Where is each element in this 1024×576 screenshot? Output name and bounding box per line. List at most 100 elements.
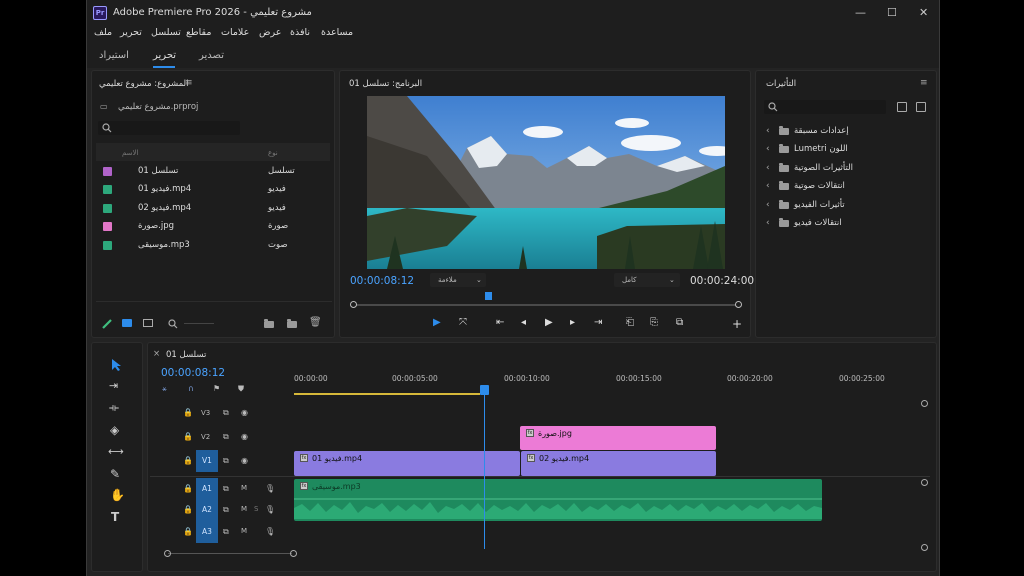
- trash-icon[interactable]: 🗑: [309, 317, 322, 328]
- program-scrub-bar[interactable]: [350, 292, 742, 310]
- step-forward-icon[interactable]: ▸: [570, 317, 575, 328]
- work-area-bar[interactable]: [294, 393, 480, 395]
- minimize-button[interactable]: —: [855, 6, 866, 19]
- zoom-handle-right[interactable]: [290, 550, 297, 557]
- chevron-icon[interactable]: ‹: [766, 126, 770, 136]
- chevron-icon[interactable]: ‹: [766, 144, 770, 154]
- microphone-icon[interactable]: 🎙: [265, 527, 275, 536]
- column-name[interactable]: الاسم: [122, 149, 138, 157]
- time-ruler[interactable]: 00:00:00 00:00:05:00 00:00:10:00 00:00:1…: [294, 371, 918, 395]
- close-icon[interactable]: ×: [153, 349, 160, 359]
- clip-video-2[interactable]: fx فيديو 02.mp4: [521, 451, 716, 476]
- clip-image[interactable]: fx صورة.jpg: [520, 426, 716, 450]
- track-target-a3[interactable]: A3: [196, 521, 218, 543]
- fit-dropdown[interactable]: ملاءمة ⌄: [430, 273, 486, 287]
- track-target-a2[interactable]: A2: [196, 499, 218, 521]
- menu-view[interactable]: عرض: [259, 27, 281, 38]
- zoom-handle-left[interactable]: [164, 550, 171, 557]
- go-to-in-icon[interactable]: ⇤: [496, 317, 504, 328]
- new-bin-icon[interactable]: [264, 319, 274, 328]
- sync-lock-icon[interactable]: ⧉: [223, 527, 229, 537]
- marker-in-out-icon[interactable]: ⤧: [459, 317, 467, 328]
- tab-edit[interactable]: تحرير: [153, 50, 176, 61]
- timeline-timecode[interactable]: 00:00:08:12: [161, 367, 225, 379]
- project-search-input[interactable]: [98, 121, 240, 135]
- sync-lock-icon[interactable]: ⧉: [223, 484, 229, 494]
- sync-lock-icon[interactable]: ⧉: [223, 505, 229, 515]
- snap-icon[interactable]: ⚹: [162, 384, 167, 394]
- pencil-icon[interactable]: [101, 318, 113, 330]
- vertical-scroll-handle[interactable]: [921, 479, 928, 486]
- accelerated-effects-icon[interactable]: [897, 102, 907, 112]
- menu-markers[interactable]: علامات: [221, 27, 249, 38]
- tab-export[interactable]: تصدير: [199, 50, 224, 61]
- mute-button[interactable]: M: [241, 505, 247, 513]
- menu-file[interactable]: ملف: [94, 27, 112, 38]
- linked-selection-icon[interactable]: ∩: [188, 384, 194, 393]
- ripple-edit-tool-icon[interactable]: ⟛: [109, 401, 119, 415]
- menu-help[interactable]: مساعدة: [321, 27, 353, 38]
- effects-item-audio-effects[interactable]: التأثيرات الصوتية: [794, 163, 853, 173]
- go-to-out-icon[interactable]: ⇥: [594, 317, 602, 328]
- column-type[interactable]: نوع: [268, 149, 278, 157]
- menu-window[interactable]: نافذة: [290, 27, 310, 38]
- list-item[interactable]: صورة.jpg: [138, 221, 174, 231]
- new-item-icon[interactable]: [287, 319, 297, 328]
- lock-icon[interactable]: 🔒: [183, 432, 193, 441]
- mute-button[interactable]: M: [241, 484, 247, 492]
- eye-icon[interactable]: ◉: [241, 432, 248, 441]
- lift-icon[interactable]: ⎗: [626, 317, 634, 328]
- pen-tool-icon[interactable]: ✎: [110, 467, 120, 481]
- add-marker-icon[interactable]: ⚑: [213, 384, 220, 393]
- sync-lock-icon[interactable]: ⧉: [223, 456, 229, 466]
- selection-tool-icon[interactable]: [111, 358, 123, 372]
- lock-icon[interactable]: 🔒: [183, 527, 193, 536]
- microphone-icon[interactable]: 🎙: [265, 484, 275, 493]
- tab-import[interactable]: استيراد: [99, 50, 129, 61]
- sync-lock-icon[interactable]: ⧉: [223, 408, 229, 418]
- track-select-tool-icon[interactable]: ⇥: [109, 379, 118, 392]
- menu-edit[interactable]: تحرير: [120, 27, 142, 38]
- microphone-icon[interactable]: 🎙: [265, 505, 275, 514]
- razor-tool-icon[interactable]: ◈: [110, 423, 119, 437]
- timeline-playhead-line[interactable]: [484, 393, 485, 549]
- list-view-icon[interactable]: [122, 319, 132, 327]
- effects-search-input[interactable]: [764, 100, 886, 114]
- lock-icon[interactable]: 🔒: [183, 408, 193, 417]
- lock-icon[interactable]: 🔒: [183, 456, 193, 465]
- solo-button[interactable]: S: [254, 505, 258, 513]
- lock-icon[interactable]: 🔒: [183, 505, 193, 514]
- menu-clips[interactable]: مقاطع: [186, 27, 211, 38]
- chevron-icon[interactable]: ‹: [766, 181, 770, 191]
- track-target-v1[interactable]: V1: [196, 450, 218, 472]
- panel-menu-icon[interactable]: ≡: [920, 78, 928, 88]
- track-target-a1[interactable]: A1: [196, 478, 218, 500]
- in-point-handle[interactable]: [350, 301, 357, 308]
- hand-tool-icon[interactable]: ✋: [110, 488, 125, 502]
- list-item[interactable]: تسلسل 01: [138, 166, 178, 176]
- chevron-icon[interactable]: ‹: [766, 218, 770, 228]
- program-timecode[interactable]: 00:00:08:12: [350, 275, 414, 287]
- zoom-slider[interactable]: [184, 323, 214, 324]
- out-point-handle[interactable]: [735, 301, 742, 308]
- clip-audio[interactable]: fx موسيقى.mp3: [294, 479, 822, 521]
- close-button[interactable]: ✕: [919, 6, 928, 19]
- chevron-icon[interactable]: ‹: [766, 163, 770, 173]
- effects-item-presets[interactable]: إعدادات مسبقة: [794, 126, 849, 136]
- export-frame-icon[interactable]: ⧉: [676, 317, 683, 328]
- eye-icon[interactable]: ◉: [241, 408, 248, 417]
- play-icon[interactable]: ▶: [545, 317, 553, 328]
- clip-video-1[interactable]: fx فيديو 01.mp4: [294, 451, 520, 476]
- settings-icon[interactable]: ⛊: [238, 384, 244, 394]
- quality-dropdown[interactable]: كامل ⌄: [614, 273, 680, 287]
- yuv-effects-icon[interactable]: [916, 102, 926, 112]
- list-item[interactable]: فيديو 02.mp4: [138, 203, 191, 213]
- maximize-button[interactable]: ☐: [887, 6, 897, 19]
- horizontal-zoom-track[interactable]: [168, 553, 292, 554]
- eye-icon[interactable]: ◉: [241, 456, 248, 465]
- menu-sequence[interactable]: تسلسل: [151, 27, 181, 38]
- mute-button[interactable]: M: [241, 527, 247, 535]
- slip-tool-icon[interactable]: ⟷: [108, 445, 124, 458]
- icon-view-icon[interactable]: [143, 319, 153, 327]
- sync-lock-icon[interactable]: ⧉: [223, 432, 229, 442]
